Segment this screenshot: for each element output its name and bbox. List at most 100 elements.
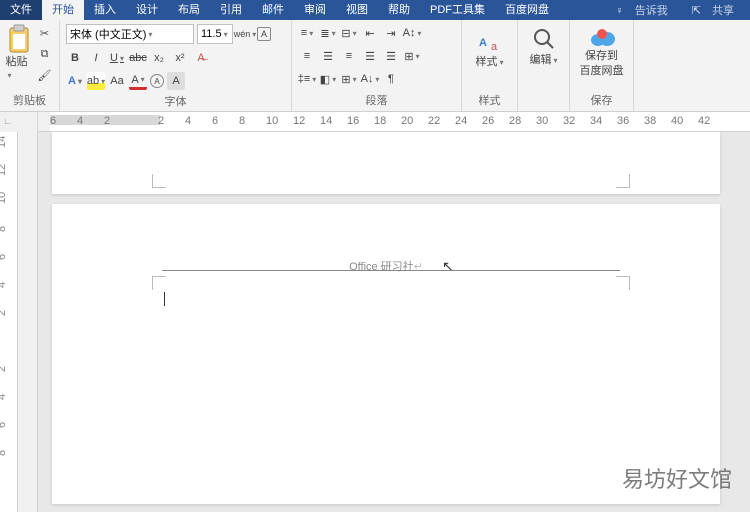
header-underline [162, 270, 620, 271]
page-2[interactable]: Office 研习社↵ ↖ [52, 204, 720, 504]
enclose-char-button[interactable]: A [150, 74, 164, 88]
paste-label: 粘贴 [6, 56, 32, 82]
increase-indent-button[interactable]: ⇥ [382, 24, 400, 42]
vruler-tick: 12 [0, 164, 8, 176]
crop-mark-icon [616, 174, 630, 188]
align-right-button[interactable]: ≡ [340, 47, 358, 65]
align-justify-button[interactable]: ☰ [361, 47, 379, 65]
tab-insert[interactable]: 插入 [84, 0, 126, 20]
ruler-tick: 26 [482, 115, 494, 127]
vruler-tick: 14 [0, 136, 8, 148]
borders-button[interactable]: ⊞ [340, 70, 358, 88]
vruler-tick: 6 [0, 254, 8, 260]
tab-selector[interactable]: ∟ [3, 116, 12, 126]
font-name-select[interactable]: 宋体 (中文正文) [66, 24, 194, 44]
tab-help[interactable]: 帮助 [378, 0, 420, 20]
find-button[interactable]: 编辑 [524, 22, 563, 67]
strikethrough-button[interactable]: abc [129, 49, 147, 67]
vruler-tick: 4 [0, 282, 8, 288]
align-distribute-button[interactable]: ☰ [382, 47, 400, 65]
char-border-button[interactable]: A [257, 27, 271, 41]
tell-me[interactable]: ♀ 告诉我 [607, 2, 683, 18]
char-scale-button[interactable]: Aa [108, 72, 126, 90]
netdisk-line1: 保存到 [585, 50, 618, 63]
watermark: 易坊好文馆 [622, 462, 732, 494]
vertical-ruler[interactable]: 14121086422468 [0, 132, 18, 512]
ruler-gutter [18, 132, 38, 512]
clear-format-button[interactable]: A̶ [192, 49, 210, 67]
text-direction-button[interactable]: A↕ [403, 24, 421, 42]
group-clipboard: 粘贴 ✂ ⧉ 🖌 剪贴板 [0, 20, 60, 111]
tab-home[interactable]: 开始 [42, 0, 84, 20]
ruler-tick: 32 [563, 115, 575, 127]
edit-label [524, 96, 563, 111]
crop-mark-icon [616, 276, 630, 290]
cut-button[interactable]: ✂ [36, 24, 54, 42]
snap-button[interactable]: ⊞ [403, 47, 421, 65]
save-to-netdisk-button[interactable]: 保存到 百度网盘 [576, 22, 627, 78]
tab-mail[interactable]: 邮件 [252, 0, 294, 20]
italic-button[interactable]: I [87, 49, 105, 67]
copy-button[interactable]: ⧉ [36, 45, 54, 63]
styles-label: 样式 [468, 92, 511, 111]
vruler-tick: 10 [0, 192, 8, 204]
show-marks-button[interactable]: ¶ [382, 70, 400, 88]
ruler-tick: 4 [185, 115, 191, 127]
subscript-button[interactable]: x₂ [150, 49, 168, 67]
tab-design[interactable]: 设计 [126, 0, 168, 20]
ruler-tick: 36 [617, 115, 629, 127]
ruler-tick: 22 [428, 115, 440, 127]
ruler-tick: 18 [374, 115, 386, 127]
text-effects-button[interactable]: A [66, 72, 84, 90]
format-painter-button[interactable]: 🖌 [36, 66, 54, 84]
paste-button[interactable]: 粘贴 [6, 24, 32, 84]
char-shading-button[interactable]: A [167, 72, 185, 90]
align-center-button[interactable]: ☰ [319, 47, 337, 65]
ruler-tick: 28 [509, 115, 521, 127]
ruler-tick: 38 [644, 115, 656, 127]
crop-mark-icon [152, 174, 166, 188]
ruler-tick: 24 [455, 115, 467, 127]
bold-button[interactable]: B [66, 49, 84, 67]
horizontal-ruler[interactable]: ∟ 64224681012141618202224262830323436384… [0, 112, 750, 132]
header-text[interactable]: Office 研习社↵ [52, 258, 720, 274]
tab-view[interactable]: 视图 [336, 0, 378, 20]
ruler-tick: 42 [698, 115, 710, 127]
ruler-tick: 34 [590, 115, 602, 127]
multilevel-button[interactable]: ⊟ [340, 24, 358, 42]
tab-file[interactable]: 文件 [0, 0, 42, 20]
font-color-button[interactable]: A [129, 72, 147, 90]
ruler-tick: 6 [50, 115, 56, 127]
vruler-tick: 2 [0, 366, 8, 372]
tab-netdisk[interactable]: 百度网盘 [495, 0, 559, 20]
underline-button[interactable]: U [108, 49, 126, 67]
svg-text:A: A [479, 37, 487, 49]
tab-review[interactable]: 审阅 [294, 0, 336, 20]
netdisk-line2: 百度网盘 [580, 65, 624, 78]
text-caret [164, 292, 165, 306]
superscript-button[interactable]: x² [171, 49, 189, 67]
font-size-select[interactable]: 11.5 [197, 24, 233, 44]
vruler-tick: 6 [0, 422, 8, 428]
align-left-button[interactable]: ≡ [298, 47, 316, 65]
decrease-indent-button[interactable]: ⇤ [361, 24, 379, 42]
tell-me-label: 告诉我 [627, 5, 676, 17]
bullets-button[interactable]: ≡ [298, 24, 316, 42]
sort-button[interactable]: A↓ [361, 70, 379, 88]
group-font: 宋体 (中文正文) 11.5 wén A B I U abc x₂ x² A̶ … [60, 20, 292, 111]
vruler-tick: 4 [0, 394, 8, 400]
netdisk-label: 保存 [576, 92, 627, 111]
phonetic-guide-button[interactable]: wén [236, 25, 254, 43]
styles-button[interactable]: Aa 样式 [468, 22, 511, 69]
numbering-button[interactable]: ≣ [319, 24, 337, 42]
highlight-button[interactable]: ab [87, 72, 105, 90]
page-1-bottom[interactable] [52, 132, 720, 194]
tab-references[interactable]: 引用 [210, 0, 252, 20]
tab-pdf[interactable]: PDF工具集 [420, 0, 495, 20]
share-button[interactable]: ⇱ 共享 [684, 2, 750, 18]
tab-layout[interactable]: 布局 [168, 0, 210, 20]
shading-button[interactable]: ◧ [319, 70, 337, 88]
document-canvas[interactable]: Office 研习社↵ ↖ [38, 132, 750, 512]
styles-icon: Aa [476, 26, 504, 54]
line-spacing-button[interactable]: ‡≡ [298, 70, 316, 88]
